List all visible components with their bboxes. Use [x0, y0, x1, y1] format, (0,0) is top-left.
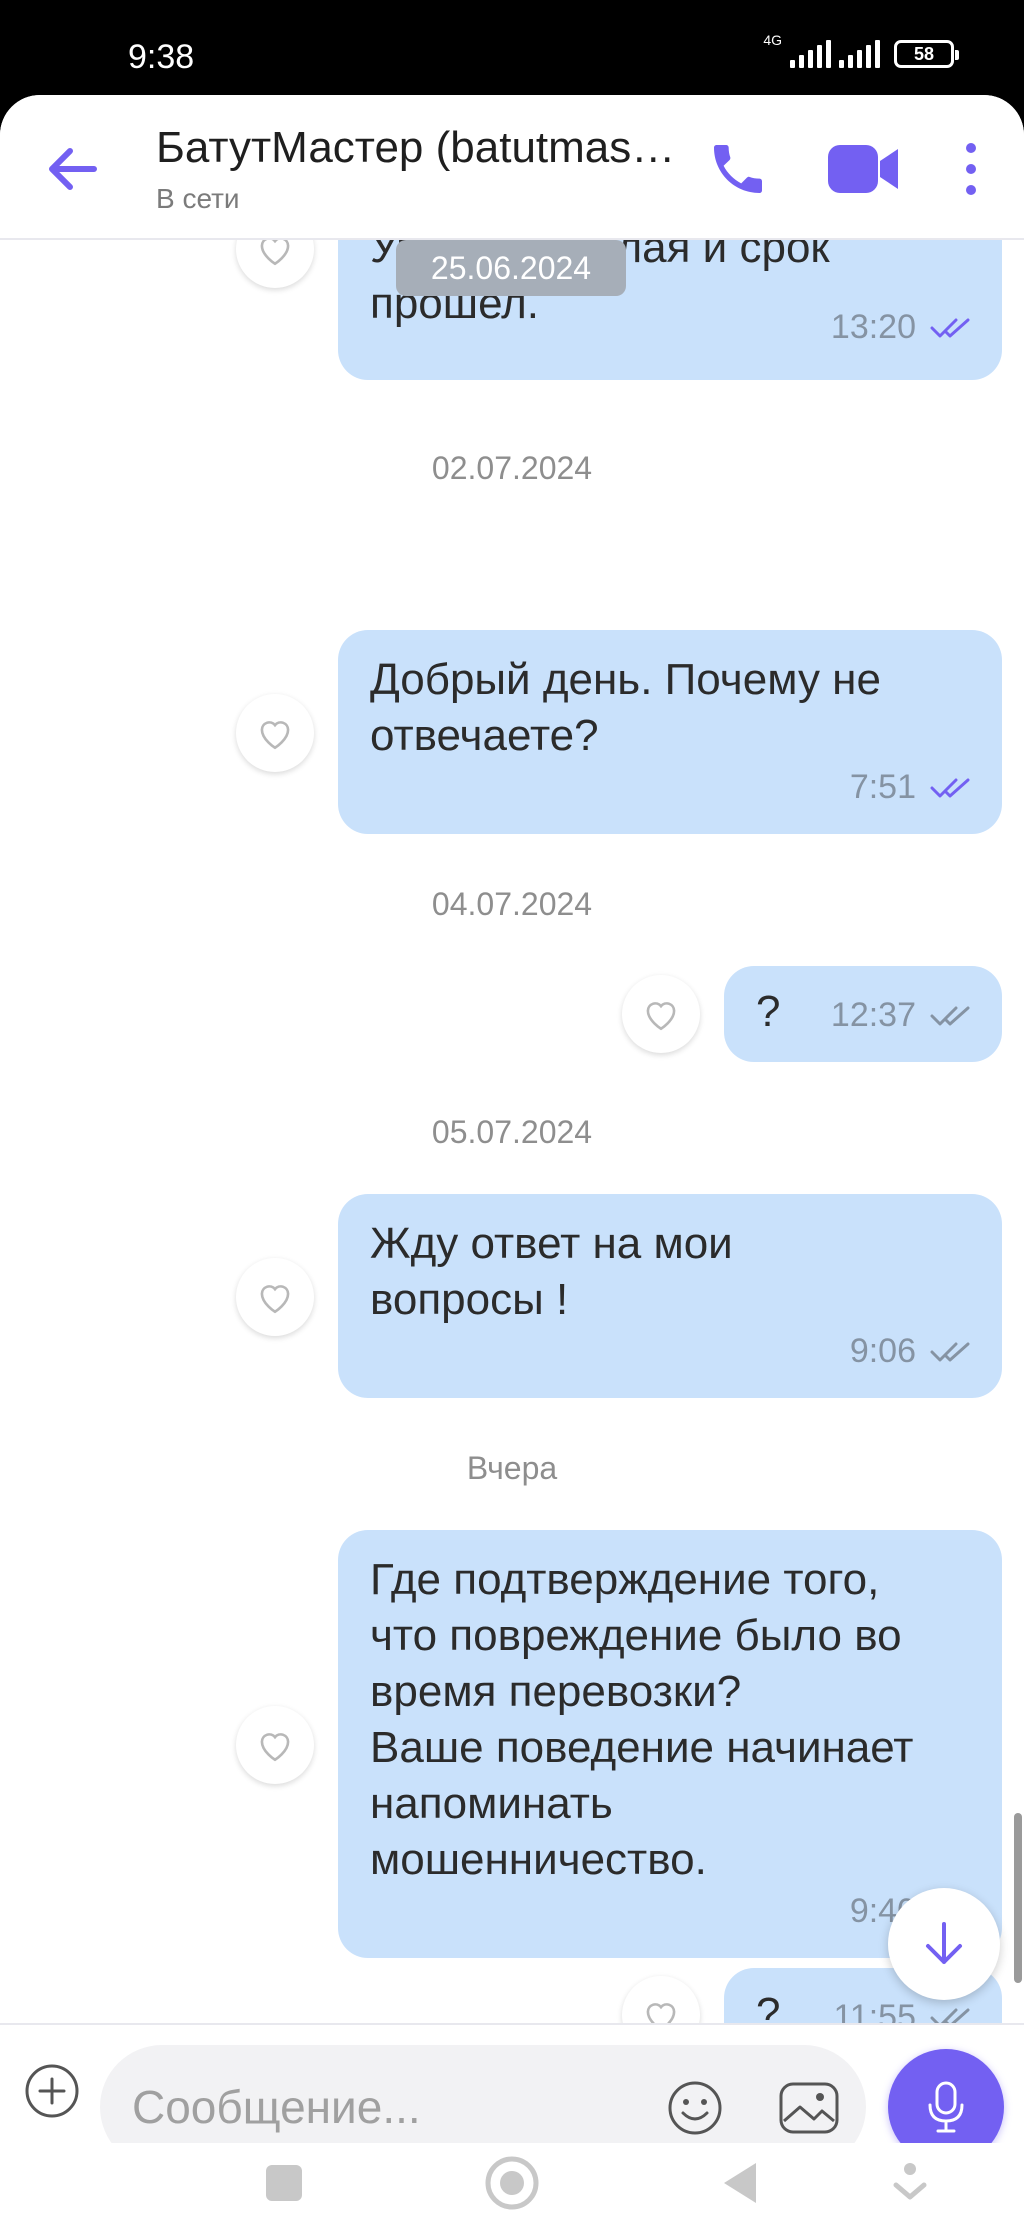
message-list[interactable]: 25.06.2024 Упаковка целая и срок прошел.…	[0, 240, 1024, 2023]
menu-dot	[966, 164, 976, 174]
message-time: 11:55	[833, 1998, 916, 2023]
menu-dot	[966, 143, 976, 153]
call-button[interactable]	[706, 137, 770, 201]
signal-icon	[790, 40, 831, 68]
message-bubble[interactable]: Жду ответ на мои вопросы ! 9:06	[338, 1194, 1002, 1398]
like-button[interactable]	[236, 1706, 314, 1784]
more-menu-button[interactable]	[954, 139, 988, 199]
chat-header: БатутМастер (batutmaster) В сети	[0, 95, 1024, 240]
scroll-to-bottom-button[interactable]	[888, 1888, 1000, 2000]
message-meta: 12:37	[831, 996, 974, 1035]
back-nav-button[interactable]	[710, 2153, 770, 2213]
video-call-button[interactable]	[826, 139, 902, 199]
arrow-left-icon	[49, 148, 97, 190]
home-circle-icon	[485, 2156, 539, 2210]
like-button[interactable]	[236, 694, 314, 772]
message-text: Добрый день. Почему не отвечаете?	[370, 655, 881, 760]
delivered-ticks-icon	[930, 1006, 970, 1025]
recents-button[interactable]	[254, 2153, 314, 2213]
date-separator: Вчера	[466, 1450, 558, 1486]
status-icons: 4G 58	[763, 32, 959, 68]
scrollbar[interactable]	[1014, 1813, 1022, 1983]
menu-dot	[966, 185, 976, 195]
chat-screen: БатутМастер (batutmaster) В сети 25.06.2…	[0, 95, 1024, 2218]
microphone-icon	[928, 2081, 964, 2133]
heart-icon	[646, 2003, 676, 2023]
like-button[interactable]	[622, 975, 700, 1053]
heart-icon	[260, 721, 290, 750]
like-button[interactable]	[236, 1258, 314, 1336]
image-icon	[779, 2082, 839, 2134]
signal-icon-2	[839, 40, 880, 68]
message-meta: 7:51	[850, 768, 974, 807]
heart-icon	[260, 240, 290, 266]
system-nav-bar	[0, 2143, 1024, 2218]
read-ticks-icon	[930, 318, 970, 337]
delivered-ticks-icon	[930, 1342, 970, 1361]
message-composer	[0, 2023, 1024, 2169]
arrow-down-icon	[926, 1922, 962, 1964]
date-separator: 02.07.2024	[431, 450, 593, 486]
smiley-icon	[668, 2081, 722, 2135]
message-text: ?	[756, 987, 781, 1036]
video-camera-icon	[828, 145, 898, 193]
read-ticks-icon	[930, 778, 970, 797]
message-meta: 9:06	[850, 1332, 974, 1371]
delivered-ticks-icon	[930, 2008, 970, 2023]
like-button[interactable]	[622, 1976, 700, 2023]
heart-icon	[260, 1733, 290, 1762]
message-text: ?	[756, 1989, 781, 2023]
message-bubble[interactable]: Где подтверждение того, что повреждение …	[338, 1530, 1002, 1958]
message-meta: 11:55	[833, 1998, 974, 2023]
battery-icon: 58	[894, 40, 959, 68]
contact-status: В сети	[156, 183, 240, 214]
arrow-down-small-icon	[893, 2163, 927, 2200]
message-meta: 13:20	[831, 308, 974, 347]
assistant-button[interactable]	[880, 2153, 940, 2213]
message-time: 7:51	[849, 768, 916, 806]
message-time: 9:06	[849, 1332, 916, 1370]
floating-date-label: 25.06.2024	[396, 240, 626, 296]
date-separator: 04.07.2024	[431, 886, 593, 922]
contact-name[interactable]: БатутМастер (batutmaster)	[156, 123, 676, 173]
phone-icon	[714, 145, 762, 193]
network-type: 4G	[763, 32, 782, 48]
message-text: Жду ответ на мои вопросы !	[370, 1219, 733, 1324]
attach-button[interactable]	[24, 2063, 80, 2119]
status-bar: 9:38 4G 58	[0, 0, 1024, 100]
emoji-button[interactable]	[666, 2079, 724, 2137]
battery-level: 58	[913, 43, 935, 64]
message-text: Где подтверждение того, что повреждение …	[370, 1555, 914, 1884]
status-time: 9:38	[128, 38, 195, 76]
message-time: 13:20	[830, 308, 916, 346]
heart-icon	[260, 1285, 290, 1314]
square-icon	[266, 2165, 302, 2201]
message-time: 12:37	[830, 996, 916, 1034]
triangle-back-icon	[724, 2163, 756, 2203]
like-button[interactable]	[236, 240, 314, 288]
message-bubble[interactable]: ? 12:37	[724, 966, 1002, 1062]
plus-circle-icon	[25, 2064, 79, 2118]
heart-icon	[646, 1002, 676, 1031]
gallery-button[interactable]	[778, 2079, 840, 2137]
date-separator: 05.07.2024	[431, 1114, 593, 1150]
home-button[interactable]	[482, 2153, 542, 2213]
back-button[interactable]	[40, 141, 106, 197]
message-bubble[interactable]: Добрый день. Почему не отвечаете? 7:51	[338, 630, 1002, 834]
